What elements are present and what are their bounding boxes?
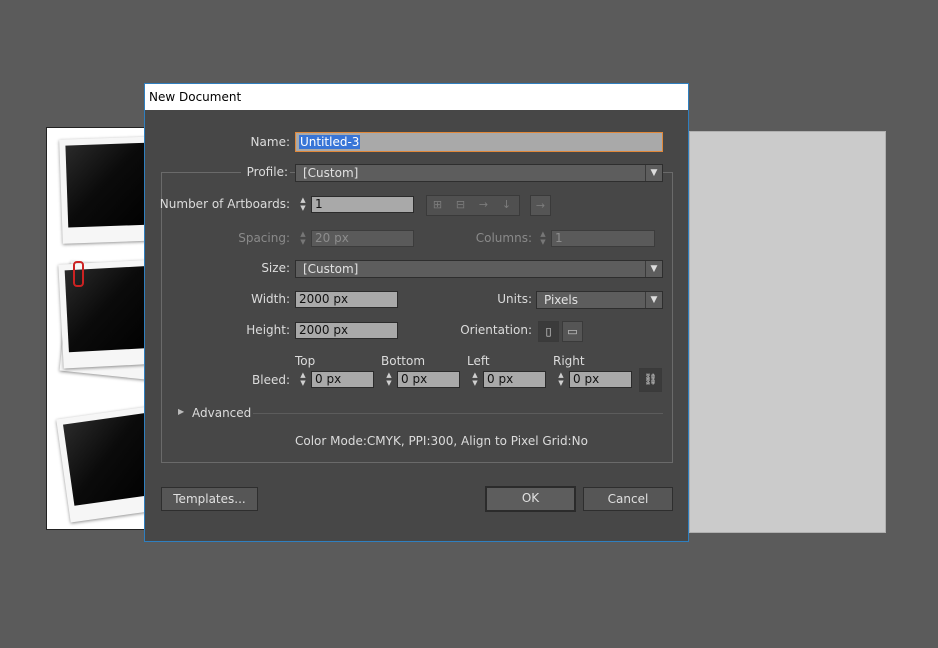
bleed-bottom-input[interactable]: 0 px xyxy=(397,371,460,388)
dialog-title: New Document xyxy=(145,84,688,110)
name-input[interactable]: Untitled-3 xyxy=(295,132,663,152)
profile-label: Profile: xyxy=(240,165,290,179)
bleed-left-input[interactable]: 0 px xyxy=(483,371,546,388)
artboard-layout-group: ⊞ ⊟ → ↓ xyxy=(426,195,520,216)
new-document-dialog: New Document Name: Untitled-3 Profile: [… xyxy=(144,83,689,542)
ok-button[interactable]: OK xyxy=(485,486,576,512)
expand-triangle-icon[interactable]: ▶ xyxy=(178,407,184,416)
bleed-left-label: Left xyxy=(467,354,490,368)
artboards-stepper[interactable]: ▲ ▼ xyxy=(296,196,310,213)
height-input[interactable]: 2000 px xyxy=(295,322,398,339)
orientation-label: Orientation: xyxy=(460,323,532,337)
bleed-right-label: Right xyxy=(553,354,585,368)
bleed-label: Bleed: xyxy=(252,373,290,387)
name-label: Name: xyxy=(250,135,290,149)
width-input[interactable]: 2000 px xyxy=(295,291,398,308)
bleed-bottom-label: Bottom xyxy=(381,354,426,368)
bleed-left-stepper[interactable]: ▲ ▼ xyxy=(468,371,482,388)
spacing-input[interactable]: 20 px xyxy=(311,230,414,247)
spacing-label: Spacing: xyxy=(238,231,290,245)
columns-input[interactable]: 1 xyxy=(551,230,655,247)
photo-frame xyxy=(56,405,147,523)
width-label: Width: xyxy=(251,292,290,306)
profile-value: [Custom] xyxy=(303,166,359,180)
bleed-right-input[interactable]: 0 px xyxy=(569,371,632,388)
artboard-photos xyxy=(46,127,148,530)
bleed-top-label: Top xyxy=(295,354,316,368)
size-dropdown[interactable]: [Custom] ▼ xyxy=(295,260,663,278)
height-label: Height: xyxy=(246,323,290,337)
landscape-orientation-icon[interactable]: ▭ xyxy=(562,321,583,342)
units-label: Units: xyxy=(497,292,532,306)
layout-direction-icon[interactable]: → xyxy=(530,195,551,216)
name-value: Untitled-3 xyxy=(299,135,361,149)
chevron-down-icon: ▼ xyxy=(645,292,662,308)
artboard-blank xyxy=(689,131,886,533)
artboards-input[interactable]: 1 xyxy=(311,196,414,213)
artboards-label: Number of Artboards: xyxy=(159,197,290,211)
photo-frame xyxy=(59,136,147,244)
columns-label: Columns: xyxy=(475,231,532,245)
templates-button[interactable]: Templates... xyxy=(161,487,258,511)
chain-link-icon[interactable]: ⛓ xyxy=(639,368,662,392)
size-label: Size: xyxy=(261,261,290,275)
photo-frame xyxy=(58,259,147,369)
chevron-down-icon: ▼ xyxy=(645,165,662,181)
arrange-by-column-icon[interactable]: ↓ xyxy=(496,195,517,216)
advanced-toggle[interactable]: Advanced xyxy=(192,406,251,420)
chevron-down-icon: ▼ xyxy=(645,261,662,277)
spacing-stepper[interactable]: ▲ ▼ xyxy=(296,230,310,247)
bleed-top-stepper[interactable]: ▲ ▼ xyxy=(296,371,310,388)
grid-by-column-icon[interactable]: ⊟ xyxy=(450,195,471,216)
grid-by-row-icon[interactable]: ⊞ xyxy=(427,195,448,216)
advanced-divider xyxy=(253,413,663,414)
units-dropdown[interactable]: Pixels ▼ xyxy=(536,291,663,309)
bleed-top-input[interactable]: 0 px xyxy=(311,371,374,388)
arrange-by-row-icon[interactable]: → xyxy=(473,195,494,216)
cancel-button[interactable]: Cancel xyxy=(583,487,673,511)
units-value: Pixels xyxy=(544,293,579,307)
bleed-bottom-stepper[interactable]: ▲ ▼ xyxy=(382,371,396,388)
portrait-orientation-icon[interactable]: ▯ xyxy=(538,321,559,342)
columns-stepper[interactable]: ▲ ▼ xyxy=(536,230,550,247)
document-summary: Color Mode:CMYK, PPI:300, Align to Pixel… xyxy=(295,434,588,448)
paperclip-icon xyxy=(73,261,84,287)
size-value: [Custom] xyxy=(303,262,359,276)
profile-dropdown[interactable]: [Custom] ▼ xyxy=(295,164,663,182)
bleed-right-stepper[interactable]: ▲ ▼ xyxy=(554,371,568,388)
